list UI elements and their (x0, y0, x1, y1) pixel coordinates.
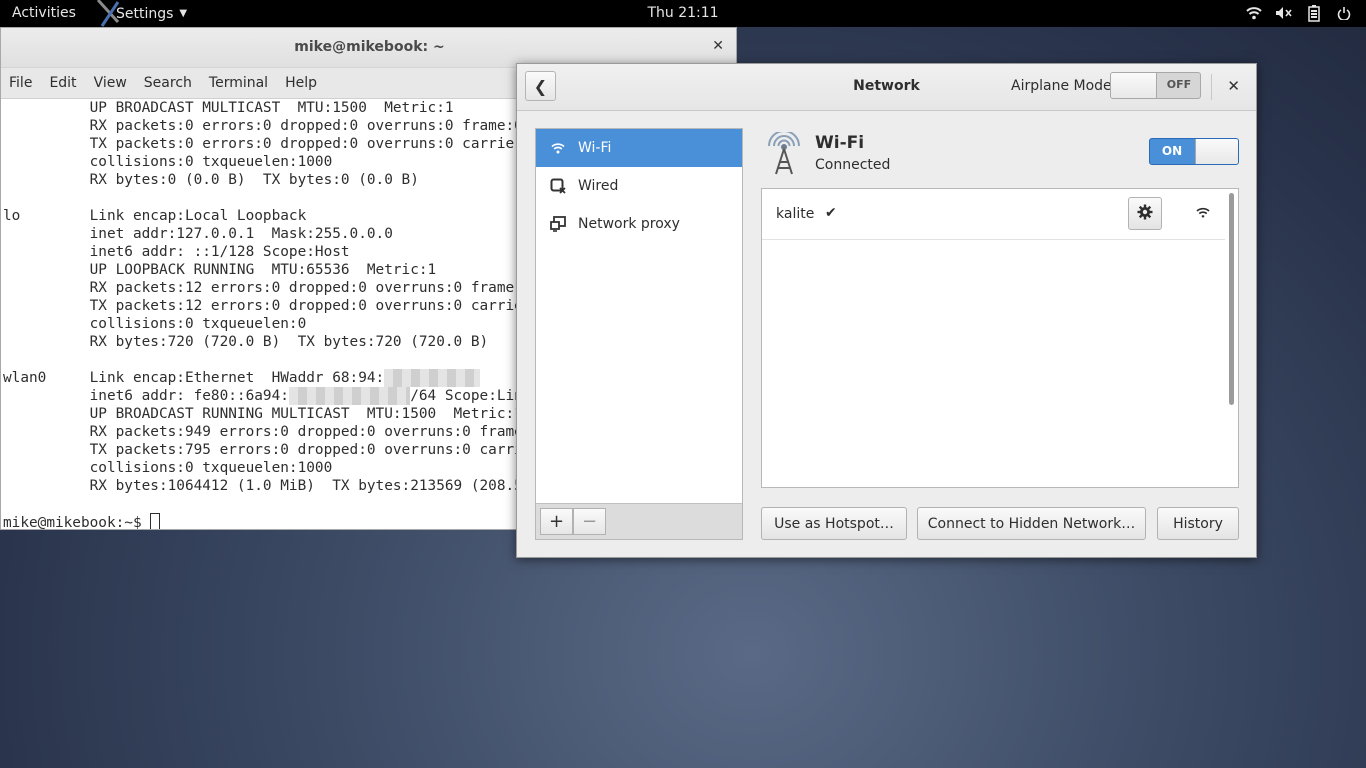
add-icon: + (548, 511, 565, 532)
wifi-power-switch[interactable]: ON (1149, 138, 1239, 165)
wireless-tower-icon (763, 130, 805, 176)
menu-terminal[interactable]: Terminal (209, 75, 268, 91)
list-item[interactable]: kalite ✔ (762, 189, 1225, 240)
clock[interactable]: Thu 21:11 (647, 5, 718, 21)
button-label: Connect to Hidden Network… (927, 515, 1136, 532)
redacted-ipv6-address: xxxx:xxxx:xxxx (288, 387, 411, 405)
button-label: History (1173, 515, 1223, 532)
airplane-mode-label: Airplane Mode (1011, 78, 1112, 94)
wifi-title: Wi-Fi (815, 133, 865, 153)
menu-search[interactable]: Search (144, 75, 192, 91)
sidebar-item-network-proxy[interactable]: Network proxy (536, 205, 742, 243)
switch-knob (1195, 139, 1238, 164)
chevron-down-icon: ▼ (179, 8, 188, 19)
activities-button[interactable]: Activities (12, 5, 76, 21)
add-connection-button[interactable]: + (540, 508, 573, 535)
volume-muted-icon[interactable] (1274, 4, 1294, 22)
app-menu[interactable]: Settings ▼ (96, 0, 187, 27)
wifi-icon[interactable] (1244, 4, 1264, 22)
network-ssid: kalite (776, 206, 815, 222)
terminal-line-text: inet6 addr: fe80::6a94: (3, 388, 289, 404)
terminal-line-text: /64 Scope:Link (410, 388, 532, 404)
remove-connection-button[interactable]: − (573, 508, 606, 535)
sidebar-item-label: Wi-Fi (578, 140, 612, 156)
use-as-hotspot-button[interactable]: Use as Hotspot… (761, 507, 907, 540)
history-button[interactable]: History (1157, 507, 1239, 540)
wifi-switch-state: ON (1161, 144, 1183, 158)
menu-help[interactable]: Help (285, 75, 317, 91)
menu-file[interactable]: File (9, 75, 32, 91)
text-cursor (150, 513, 161, 529)
sidebar-item-wired[interactable]: Wired (536, 167, 742, 205)
connect-hidden-network-button[interactable]: Connect to Hidden Network… (917, 507, 1146, 540)
switch-knob (1111, 73, 1157, 98)
battery-icon[interactable] (1304, 4, 1324, 22)
sidebar-item-wifi[interactable]: Wi-Fi (536, 129, 742, 167)
wired-icon (550, 178, 566, 194)
network-header[interactable]: ❮ Network Airplane Mode OFF ✕ (517, 64, 1256, 111)
sidebar-toolbar: + − (536, 503, 742, 539)
clock-wrapper: Thu 21:11 (0, 5, 1366, 21)
terminal-title: mike@mikebook: ~ (294, 39, 445, 55)
signal-strength-icon (1195, 205, 1211, 221)
terminal-titlebar[interactable]: mike@mikebook: ~ ✕ (1, 28, 736, 68)
network-settings-button[interactable] (1128, 197, 1162, 230)
redacted-mac-address: xx:xx:xx:xx (384, 369, 480, 387)
sidebar-item-label: Network proxy (578, 216, 680, 232)
airplane-mode-state: OFF (1166, 78, 1192, 91)
menu-view[interactable]: View (94, 75, 127, 91)
wifi-status: Connected (815, 157, 891, 173)
sidebar-item-label: Wired (578, 178, 619, 194)
top-bar: Activities Settings ▼ Thu 21:11 (0, 0, 1366, 27)
gear-icon (1137, 204, 1153, 224)
power-menu-icon[interactable] (1334, 4, 1354, 22)
list-scrollbar[interactable] (1229, 193, 1234, 405)
wifi-network-list: kalite ✔ (761, 188, 1239, 488)
airplane-mode-switch[interactable]: OFF (1110, 72, 1201, 99)
network-sidebar: Wi-Fi Wired Network proxy + − (535, 128, 743, 540)
button-label: Use as Hotspot… (774, 515, 894, 532)
chevron-left-icon: ❮ (533, 76, 548, 96)
remove-icon: − (581, 511, 598, 532)
settings-app-icon (96, 0, 126, 27)
terminal-prompt: mike@mikebook:~$ (3, 515, 151, 530)
close-icon[interactable]: ✕ (1227, 77, 1240, 95)
back-button[interactable]: ❮ (525, 71, 556, 101)
wifi-icon (550, 140, 566, 156)
terminal-line-text: wlan0 Link encap:Ethernet HWaddr 68:94: (3, 370, 385, 386)
status-area[interactable] (1244, 4, 1354, 22)
header-divider (1211, 74, 1212, 100)
network-proxy-icon (550, 216, 566, 232)
menu-edit[interactable]: Edit (49, 75, 76, 91)
network-settings-window[interactable]: ❮ Network Airplane Mode OFF ✕ Wi-Fi Wire… (516, 63, 1257, 558)
connected-check-icon: ✔ (825, 205, 837, 221)
close-icon[interactable]: ✕ (712, 38, 724, 54)
